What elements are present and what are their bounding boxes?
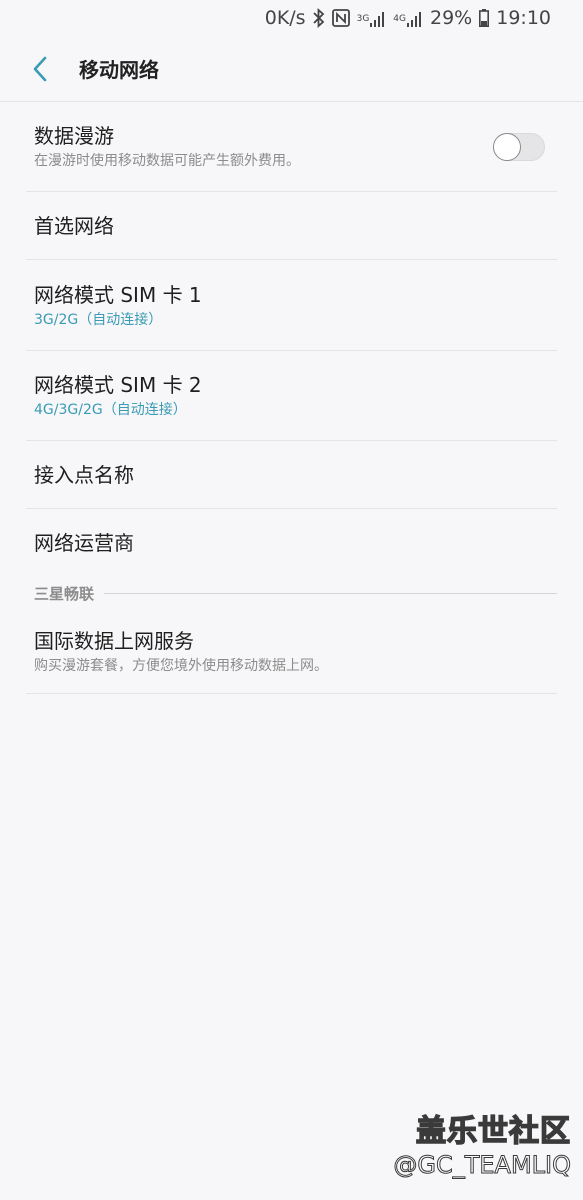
app-bar: 移动网络 [0, 36, 583, 102]
data-roaming-subtitle: 在漫游时使用移动数据可能产生额外费用。 [34, 153, 300, 169]
section-header-label: 三星畅联 [34, 585, 95, 603]
preferred-network-title: 首选网络 [34, 213, 114, 238]
access-point-names-title: 接入点名称 [34, 462, 134, 487]
network-mode-sim1-row[interactable]: 网络模式 SIM 卡 1 3G/2G（自动连接） [26, 260, 557, 351]
watermark-handle: @GC_TEAMLIQ [393, 1151, 572, 1180]
section-divider [104, 593, 557, 594]
chevron-left-icon [33, 56, 47, 81]
international-data-row[interactable]: 国际数据上网服务 购买漫游套餐，方便您境外使用移动数据上网。 [26, 610, 557, 694]
page-title: 移动网络 [79, 58, 159, 82]
network-speed: 0K/s [264, 7, 306, 29]
bluetooth-icon [312, 7, 325, 29]
network-operators-row[interactable]: 网络运营商 [26, 509, 557, 577]
watermark: 盖乐世社区 @GC_TEAMLIQ [393, 1113, 572, 1180]
preferred-network-row[interactable]: 首选网络 [26, 192, 557, 260]
network-mode-sim2-row[interactable]: 网络模式 SIM 卡 2 4G/3G/2G（自动连接） [26, 351, 557, 441]
status-bar: 0K/s 3G 4G 29% 19:10 [0, 0, 583, 36]
settings-list: 数据漫游 在漫游时使用移动数据可能产生额外费用。 首选网络 网络模式 SIM 卡… [26, 102, 557, 694]
battery-percent: 29% [430, 7, 473, 29]
data-roaming-row[interactable]: 数据漫游 在漫游时使用移动数据可能产生额外费用。 [26, 102, 557, 192]
network-mode-sim2-value: 4G/3G/2G（自动连接） [34, 402, 187, 418]
toggle-knob [493, 133, 521, 161]
section-header-samsung: 三星畅联 [26, 577, 557, 610]
international-data-title: 国际数据上网服务 [34, 629, 194, 653]
sim2-signal-icon: 4G [393, 7, 423, 29]
international-data-subtitle: 购买漫游套餐，方便您境外使用移动数据上网。 [34, 658, 328, 674]
clock: 19:10 [496, 7, 551, 29]
network-mode-sim2-title: 网络模式 SIM 卡 2 [34, 373, 202, 397]
nfc-icon [331, 7, 350, 29]
network-mode-sim1-title: 网络模式 SIM 卡 1 [34, 282, 202, 307]
network-mode-sim1-value: 3G/2G（自动连接） [34, 311, 163, 328]
back-button[interactable] [20, 49, 60, 89]
data-roaming-title: 数据漫游 [34, 124, 114, 148]
network-operators-title: 网络运营商 [34, 531, 134, 555]
screen: 0K/s 3G 4G 29% 19:10 移动网络 数据漫游 在漫游时使用移动数… [0, 0, 583, 1200]
watermark-title: 盖乐世社区 [415, 1113, 571, 1150]
access-point-names-row[interactable]: 接入点名称 [26, 441, 557, 509]
battery-icon [479, 7, 490, 29]
sim1-signal-icon: 3G [357, 7, 387, 29]
data-roaming-toggle[interactable] [493, 133, 545, 161]
